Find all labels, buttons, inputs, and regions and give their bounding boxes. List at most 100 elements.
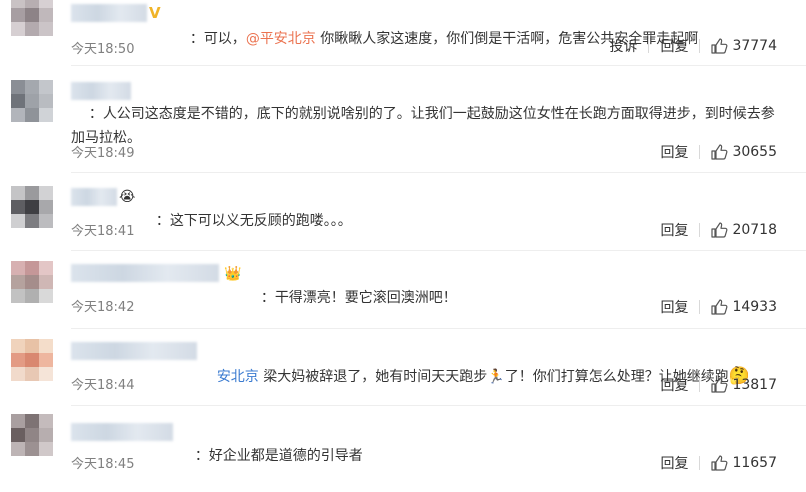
avatar-cell <box>25 442 39 456</box>
reply-button[interactable]: 回复 <box>660 142 688 162</box>
colon: ： <box>155 213 170 229</box>
divider <box>699 39 701 53</box>
avatar-cell <box>11 353 25 367</box>
username[interactable] <box>71 342 197 360</box>
comment-actions: 回复 13817 <box>660 375 777 395</box>
avatar-cell <box>39 428 53 442</box>
comment-actions: 回复 20718 <box>660 220 777 240</box>
avatar-cell <box>11 214 25 228</box>
separator <box>71 328 806 329</box>
avatar-cell <box>11 414 25 428</box>
avatar-cell <box>39 80 53 94</box>
timestamp: 今天18:41 <box>71 224 135 239</box>
comment-actions: 回复 30655 <box>660 142 777 162</box>
avatar-cell <box>25 261 39 275</box>
avatar[interactable] <box>11 80 53 122</box>
comment-item: ：好企业都是道德的引导者 今天18:45 回复 11657 <box>0 408 806 484</box>
separator <box>71 172 806 173</box>
like-button[interactable]: 37774 <box>711 38 777 54</box>
thumbs-up-icon <box>711 377 728 393</box>
username[interactable] <box>71 264 219 282</box>
avatar[interactable] <box>11 414 53 456</box>
comment-item: 😭 ：这下可以义无反顾的跑喽。。。 今天18:41 回复 20718 <box>0 174 806 252</box>
username[interactable] <box>71 188 117 206</box>
avatar-cell <box>39 353 53 367</box>
comment-actions: 投诉 回复 37774 <box>609 36 777 56</box>
avatar-cell <box>25 367 39 381</box>
thumbs-up-icon <box>711 222 728 238</box>
avatar-cell <box>25 353 39 367</box>
comment-text-part: 干得漂亮！要它滚回澳洲吧！ <box>274 290 457 306</box>
verified-badge-icon: V <box>149 4 161 22</box>
avatar-cell <box>25 339 39 353</box>
avatar-cell <box>25 108 39 122</box>
like-button[interactable]: 11657 <box>711 455 777 471</box>
avatar-cell <box>25 8 39 22</box>
divider <box>648 39 650 53</box>
username[interactable] <box>71 4 147 22</box>
like-button[interactable]: 13817 <box>711 377 777 393</box>
avatar-cell <box>39 261 53 275</box>
avatar-cell <box>11 367 25 381</box>
like-button[interactable]: 14933 <box>711 299 777 315</box>
mention-link[interactable]: 安北京 <box>217 369 259 385</box>
thumbs-up-icon <box>711 38 728 54</box>
reply-button[interactable]: 回复 <box>660 220 688 240</box>
divider <box>699 300 701 314</box>
like-count: 11657 <box>732 455 777 471</box>
reply-button[interactable]: 回复 <box>660 375 688 395</box>
reply-button[interactable]: 回复 <box>660 297 688 317</box>
avatar-cell <box>11 0 25 8</box>
like-count: 30655 <box>732 144 777 160</box>
reply-button[interactable]: 回复 <box>660 36 688 56</box>
thumbs-up-icon <box>711 299 728 315</box>
avatar[interactable] <box>11 186 53 228</box>
avatar-cell <box>25 0 39 8</box>
avatar[interactable] <box>11 0 53 36</box>
avatar-cell <box>39 414 53 428</box>
avatar-cell <box>25 22 39 36</box>
avatar-cell <box>39 367 53 381</box>
comment-text-part: 好企业都是道德的引导者 <box>208 448 363 464</box>
divider <box>699 456 701 470</box>
avatar-cell <box>11 94 25 108</box>
like-count: 14933 <box>732 299 777 315</box>
avatar-cell <box>25 186 39 200</box>
divider <box>699 378 701 392</box>
mention-link[interactable]: @平安北京 <box>246 31 316 47</box>
avatar-cell <box>11 428 25 442</box>
avatar-cell <box>39 108 53 122</box>
avatar-cell <box>25 94 39 108</box>
avatar-cell <box>39 200 53 214</box>
avatar-cell <box>11 289 25 303</box>
avatar-cell <box>39 214 53 228</box>
timestamp: 今天18:49 <box>71 146 135 161</box>
like-button[interactable]: 30655 <box>711 144 777 160</box>
like-count: 20718 <box>732 222 777 238</box>
report-button[interactable]: 投诉 <box>609 36 637 56</box>
colon: ： <box>260 290 275 306</box>
avatar-cell <box>11 108 25 122</box>
comment-actions: 回复 14933 <box>660 297 777 317</box>
runner-emoji-icon: 🏃 <box>487 369 505 385</box>
avatar-cell <box>25 289 39 303</box>
comment-text-part: 梁大妈被辞退了，她有时间天天跑步 <box>258 369 488 385</box>
reply-button[interactable]: 回复 <box>660 453 688 473</box>
crown-emoji-icon: 👑 <box>224 266 242 282</box>
comment-item: 安北京 梁大妈被辞退了，她有时间天天跑步🏃了！你们打算怎么处理？让她继续跑🤔 今… <box>0 330 806 408</box>
like-button[interactable]: 20718 <box>711 222 777 238</box>
avatar[interactable] <box>11 261 53 303</box>
avatar-cell <box>25 275 39 289</box>
avatar-cell <box>39 186 53 200</box>
avatar-cell <box>39 94 53 108</box>
colon: ： <box>88 106 103 122</box>
divider <box>699 145 701 159</box>
separator <box>71 405 806 406</box>
avatar[interactable] <box>11 339 53 381</box>
timestamp: 今天18:42 <box>71 300 135 315</box>
comment-text-part: 这下可以义无反顾的跑喽。。。 <box>169 213 352 229</box>
timestamp: 今天18:44 <box>71 378 135 393</box>
comment-item: 👑 ：干得漂亮！要它滚回澳洲吧！ 今天18:42 回复 14933 <box>0 252 806 330</box>
username[interactable] <box>71 423 173 441</box>
avatar-cell <box>25 80 39 94</box>
